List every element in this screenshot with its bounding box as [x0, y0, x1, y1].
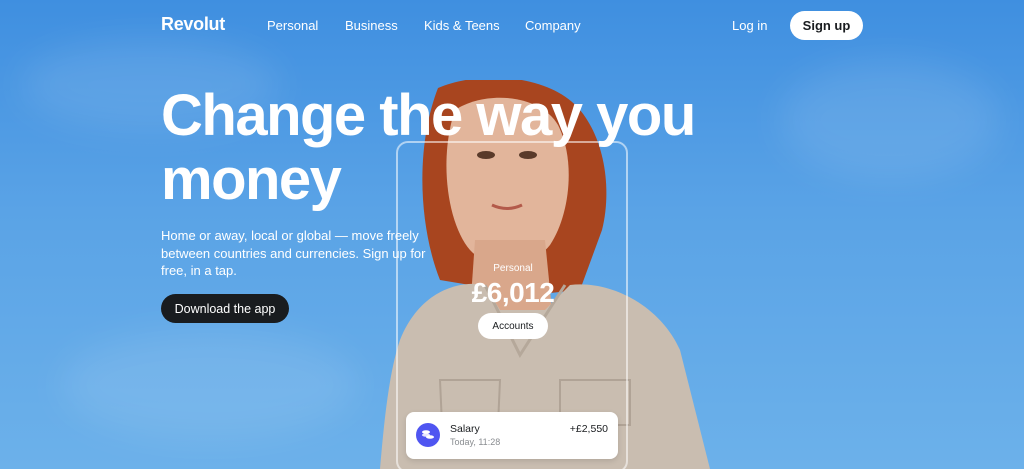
- transaction-amount: +£2,550: [569, 423, 608, 435]
- hero-headline: Change the way you money: [161, 84, 761, 212]
- account-balance: £6,012: [471, 277, 555, 308]
- hero-headline-line1: Change the way you: [161, 83, 696, 148]
- cloud: [60, 330, 360, 440]
- hero-headline-line2: money: [161, 147, 342, 212]
- nav-link-kids-teens[interactable]: Kids & Teens: [424, 18, 500, 33]
- download-app-button[interactable]: Download the app: [161, 294, 289, 323]
- nav-link-business[interactable]: Business: [345, 18, 398, 33]
- top-nav: Revolut Personal Business Kids & Teens C…: [0, 0, 1024, 50]
- hero-subtitle: Home or away, local or global — move fre…: [161, 228, 426, 278]
- signup-button[interactable]: Sign up: [790, 11, 863, 40]
- transaction-title: Salary: [450, 423, 480, 435]
- nav-link-company[interactable]: Company: [525, 18, 581, 33]
- transaction-time: Today, 11:28: [450, 437, 501, 447]
- cloud: [780, 60, 1000, 180]
- nav-link-personal[interactable]: Personal: [267, 18, 318, 33]
- accounts-button[interactable]: Accounts: [478, 313, 548, 339]
- revolut-logo[interactable]: Revolut: [161, 14, 225, 35]
- transaction-card: Salary Today, 11:28 +£2,550: [406, 412, 618, 459]
- login-link[interactable]: Log in: [732, 18, 767, 33]
- coins-icon: [416, 423, 440, 447]
